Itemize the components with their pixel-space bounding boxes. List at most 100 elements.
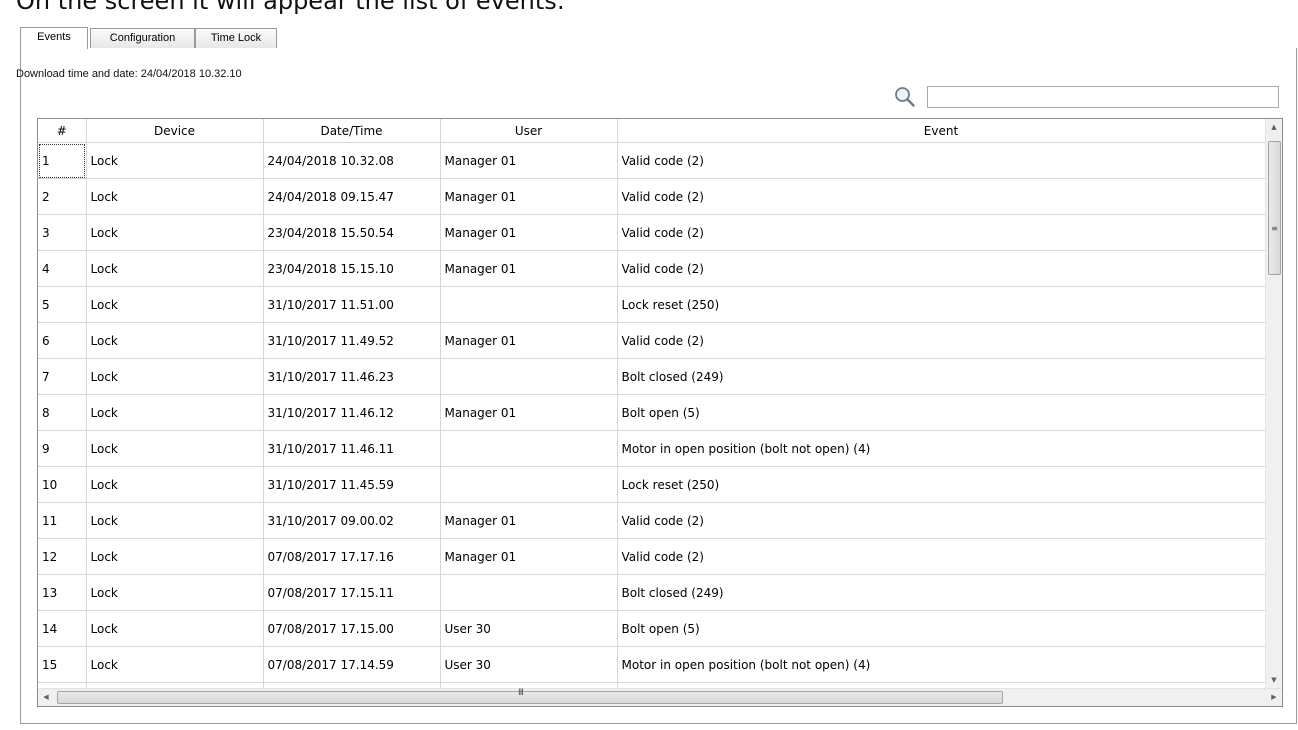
event-cell[interactable]: Valid code (2) — [617, 178, 1266, 215]
device-cell[interactable]: Lock — [86, 286, 264, 323]
horizontal-scrollbar[interactable]: ◀ III ▶ — [38, 688, 1282, 706]
scroll-down-icon[interactable]: ▼ — [1266, 672, 1282, 689]
column-header-datetime[interactable]: Date/Time — [263, 119, 441, 143]
device-cell[interactable]: Lock — [86, 646, 264, 683]
row-number-cell[interactable]: 12 — [38, 538, 87, 575]
row-number-cell[interactable]: 6 — [38, 322, 87, 359]
user-cell[interactable]: Manager 01 — [440, 322, 618, 359]
device-cell[interactable]: Lock — [86, 142, 264, 179]
magnifier-icon[interactable] — [893, 85, 917, 109]
event-cell[interactable]: Valid code (2) — [617, 250, 1266, 287]
device-cell[interactable]: Lock — [86, 610, 264, 647]
event-cell[interactable]: Valid code (2) — [617, 322, 1266, 359]
scroll-right-icon[interactable]: ▶ — [1266, 689, 1282, 706]
user-cell[interactable]: Manager 01 — [440, 214, 618, 251]
scroll-up-icon[interactable]: ▲ — [1266, 119, 1282, 136]
vertical-scroll-thumb[interactable]: ≡ — [1268, 141, 1281, 275]
datetime-cell[interactable]: 07/08/2017 17.15.11 — [263, 574, 441, 611]
device-cell[interactable]: Lock — [86, 502, 264, 539]
datetime-cell[interactable]: 07/08/2017 17.14.59 — [263, 646, 441, 683]
user-cell[interactable]: User 30 — [440, 610, 618, 647]
tab-configuration[interactable]: Configuration — [90, 28, 195, 48]
table-row[interactable]: 2 Lock 24/04/2018 09.15.47 Manager 01 Valid … — [38, 178, 1266, 215]
row-number-cell[interactable]: 5 — [38, 286, 87, 323]
datetime-cell[interactable]: 31/10/2017 11.46.23 — [263, 358, 441, 395]
row-number-cell[interactable]: 13 — [38, 574, 87, 611]
row-number-cell[interactable]: 10 — [38, 466, 87, 503]
table-row[interactable]: 7 Lock 31/10/2017 11.46.23 Bolt closed (249… — [38, 358, 1266, 395]
column-header-user[interactable]: User — [440, 119, 618, 143]
row-number-cell[interactable]: 14 — [38, 610, 87, 647]
event-cell[interactable]: Bolt open (5) — [617, 394, 1266, 431]
table-row[interactable]: 4 Lock 23/04/2018 15.15.10 Manager 01 Valid … — [38, 250, 1266, 287]
user-cell[interactable] — [440, 286, 618, 323]
event-cell[interactable]: Bolt open (5) — [617, 610, 1266, 647]
datetime-cell[interactable]: 23/04/2018 15.50.54 — [263, 214, 441, 251]
device-cell[interactable]: Lock — [86, 358, 264, 395]
tab-time-lock[interactable]: Time Lock — [195, 28, 277, 48]
user-cell[interactable] — [440, 430, 618, 467]
event-cell[interactable]: Bolt closed (249) — [617, 358, 1266, 395]
vertical-scrollbar[interactable]: ▲ ≡ ▼ — [1265, 119, 1282, 689]
table-row[interactable]: 13 Lock 07/08/2017 17.15.11 Bolt closed (24… — [38, 574, 1266, 611]
user-cell[interactable]: Manager 01 — [440, 502, 618, 539]
user-cell[interactable] — [440, 358, 618, 395]
user-cell[interactable]: Manager 01 — [440, 394, 618, 431]
tab-events[interactable]: Events — [20, 27, 88, 49]
table-row[interactable]: 5 Lock 31/10/2017 11.51.00 Lock reset (250) — [38, 286, 1266, 323]
event-cell[interactable]: Lock reset (250) — [617, 466, 1266, 503]
event-cell[interactable]: Valid code (2) — [617, 142, 1266, 179]
search-input[interactable] — [927, 86, 1279, 108]
user-cell[interactable]: User 30 — [440, 646, 618, 683]
table-row[interactable]: 8 Lock 31/10/2017 11.46.12 Manager 01 Bolt o… — [38, 394, 1266, 431]
device-cell[interactable]: Lock — [86, 214, 264, 251]
row-number-cell[interactable]: 8 — [38, 394, 87, 431]
table-row[interactable]: 3 Lock 23/04/2018 15.50.54 Manager 01 Valid … — [38, 214, 1266, 251]
row-number-cell[interactable]: 9 — [38, 430, 87, 467]
event-cell[interactable]: Valid code (2) — [617, 214, 1266, 251]
table-row[interactable]: 11 Lock 31/10/2017 09.00.02 Manager 01 Valid… — [38, 502, 1266, 539]
device-cell[interactable]: Lock — [86, 538, 264, 575]
table-row[interactable]: 14 Lock 07/08/2017 17.15.00 User 30 Bolt ope… — [38, 610, 1266, 647]
table-row[interactable]: 1 Lock 24/04/2018 10.32.08 Manager 01 Valid … — [38, 142, 1266, 179]
event-cell[interactable]: Valid code (2) — [617, 502, 1266, 539]
row-number-cell[interactable]: 4 — [38, 250, 87, 287]
datetime-cell[interactable]: 31/10/2017 11.46.11 — [263, 430, 441, 467]
scroll-left-icon[interactable]: ◀ — [38, 689, 54, 706]
table-row[interactable]: 9 Lock 31/10/2017 11.46.11 Motor in open po… — [38, 430, 1266, 467]
device-cell[interactable]: Lock — [86, 430, 264, 467]
row-number-cell[interactable]: 15 — [38, 646, 87, 683]
event-cell[interactable]: Bolt closed (249) — [617, 574, 1266, 611]
datetime-cell[interactable]: 31/10/2017 09.00.02 — [263, 502, 441, 539]
column-header-event[interactable]: Event — [617, 119, 1266, 143]
user-cell[interactable]: Manager 01 — [440, 142, 618, 179]
datetime-cell[interactable]: 31/10/2017 11.49.52 — [263, 322, 441, 359]
device-cell[interactable]: Lock — [86, 574, 264, 611]
datetime-cell[interactable]: 24/04/2018 09.15.47 — [263, 178, 441, 215]
datetime-cell[interactable]: 23/04/2018 15.15.10 — [263, 250, 441, 287]
row-number-cell[interactable]: 11 — [38, 502, 87, 539]
table-row[interactable]: 10 Lock 31/10/2017 11.45.59 Lock reset (250… — [38, 466, 1266, 503]
device-cell[interactable]: Lock — [86, 178, 264, 215]
device-cell[interactable]: Lock — [86, 466, 264, 503]
user-cell[interactable]: Manager 01 — [440, 538, 618, 575]
row-number-cell[interactable]: 1 — [38, 142, 87, 179]
row-number-cell[interactable]: 2 — [38, 178, 87, 215]
datetime-cell[interactable]: 24/04/2018 10.32.08 — [263, 142, 441, 179]
column-header-device[interactable]: Device — [86, 119, 264, 143]
table-row[interactable]: 6 Lock 31/10/2017 11.49.52 Manager 01 Valid … — [38, 322, 1266, 359]
datetime-cell[interactable]: 31/10/2017 11.51.00 — [263, 286, 441, 323]
event-cell[interactable]: Valid code (2) — [617, 538, 1266, 575]
user-cell[interactable]: Manager 01 — [440, 250, 618, 287]
row-number-cell[interactable]: 3 — [38, 214, 87, 251]
datetime-cell[interactable]: 31/10/2017 11.45.59 — [263, 466, 441, 503]
user-cell[interactable]: Manager 01 — [440, 178, 618, 215]
user-cell[interactable] — [440, 574, 618, 611]
device-cell[interactable]: Lock — [86, 322, 264, 359]
event-cell[interactable]: Motor in open position (bolt not open) (… — [617, 646, 1266, 683]
device-cell[interactable]: Lock — [86, 394, 264, 431]
datetime-cell[interactable]: 07/08/2017 17.15.00 — [263, 610, 441, 647]
table-row[interactable]: 12 Lock 07/08/2017 17.17.16 Manager 01 Valid… — [38, 538, 1266, 575]
event-cell[interactable]: Motor in open position (bolt not open) (… — [617, 430, 1266, 467]
device-cell[interactable]: Lock — [86, 250, 264, 287]
